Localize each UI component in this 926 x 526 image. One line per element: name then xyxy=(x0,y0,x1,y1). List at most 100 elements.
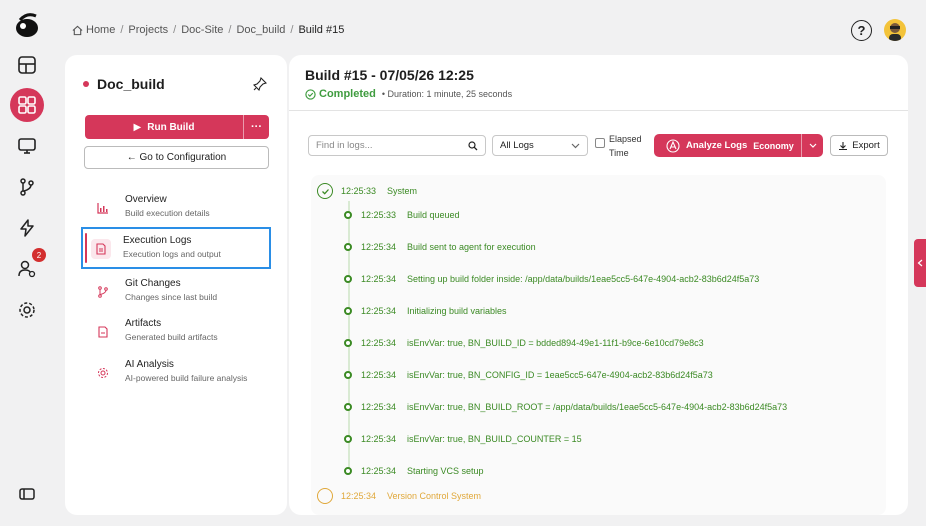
chart-icon xyxy=(93,198,113,218)
play-icon: ▶ xyxy=(133,121,142,133)
log-text: System xyxy=(387,186,418,196)
search-input[interactable]: Find in logs... xyxy=(308,135,486,156)
collapse-sidebar-button[interactable] xyxy=(10,477,44,511)
chevron-down-icon xyxy=(571,143,580,148)
log-dot xyxy=(344,371,352,379)
log-filter-select[interactable]: All Logs xyxy=(492,135,588,156)
search-icon xyxy=(468,140,478,150)
breadcrumb-home[interactable]: Home xyxy=(86,24,115,36)
duration-text: • Duration: 1 minute, 25 seconds xyxy=(381,89,513,99)
log-viewer[interactable]: 12:25:33 System 12:25:33 Build queued 12:… xyxy=(311,175,886,515)
menu-title: Git Changes xyxy=(125,278,181,289)
menu-item-overview[interactable]: Overview Build execution details xyxy=(83,187,269,227)
log-text: Setting up build folder inside: /app/dat… xyxy=(407,274,760,284)
breadcrumb-separator: / xyxy=(120,24,124,36)
project-title: Doc_build xyxy=(83,76,165,92)
expand-panel-tab[interactable] xyxy=(914,239,926,287)
analyze-label: Analyze Logs xyxy=(686,140,748,151)
ai-gear-icon xyxy=(93,363,113,383)
elapsed-time-checkbox[interactable] xyxy=(595,138,605,148)
breadcrumb-current: Build #15 xyxy=(298,24,345,36)
avatar[interactable] xyxy=(884,19,906,41)
log-time: 12:25:34 xyxy=(361,274,397,284)
lightning-icon xyxy=(20,219,34,237)
agents-nav-button[interactable] xyxy=(10,129,44,163)
analyze-options-button[interactable] xyxy=(801,134,823,157)
menu-item-execution-logs[interactable]: Execution Logs Execution logs and output xyxy=(81,227,271,269)
analyze-logs-button[interactable]: Analyze Logs Economy xyxy=(654,134,823,157)
menu-title: Overview xyxy=(125,194,167,205)
log-text: isEnvVar: true, BN_CONFIG_ID = 1eae5cc5-… xyxy=(407,370,713,380)
log-text: Initializing build variables xyxy=(407,306,507,316)
menu-subtitle: Generated build artifacts xyxy=(125,332,218,342)
menu-title: Execution Logs xyxy=(123,235,192,246)
log-dot xyxy=(344,467,352,475)
log-text: isEnvVar: true, BN_BUILD_ROOT = /app/dat… xyxy=(407,402,788,412)
file-icon xyxy=(93,322,113,342)
download-icon xyxy=(839,141,848,150)
project-name: Doc_build xyxy=(97,76,165,92)
projects-nav-button[interactable] xyxy=(10,88,44,122)
menu-item-artifacts[interactable]: Artifacts Generated build artifacts xyxy=(83,311,269,351)
log-time: 12:25:34 xyxy=(341,491,377,501)
breadcrumb-projects[interactable]: Projects xyxy=(128,24,168,36)
log-group-header[interactable]: 12:25:33 System xyxy=(317,183,417,199)
log-text: isEnvVar: true, BN_BUILD_ID = bdded894-4… xyxy=(407,338,704,348)
help-icon[interactable]: ? xyxy=(851,20,872,41)
log-entry: 12:25:33 Build queued xyxy=(344,210,460,220)
elapsed-label: Elapsed xyxy=(609,134,642,144)
dashboard-nav-button[interactable] xyxy=(10,48,44,82)
check-icon xyxy=(317,183,333,199)
chevron-left-icon xyxy=(917,259,923,267)
log-time: 12:25:33 xyxy=(361,210,397,220)
run-build-button[interactable]: ▶ Run Build ··· xyxy=(85,115,269,139)
log-entry: 12:25:34 Build sent to agent for executio… xyxy=(344,242,536,252)
log-time: 12:25:34 xyxy=(361,434,397,444)
export-button[interactable]: Export xyxy=(830,135,888,156)
monitor-icon xyxy=(18,138,36,154)
breadcrumb-separator: / xyxy=(290,24,294,36)
home-icon[interactable] xyxy=(72,25,83,36)
elapsed-time-toggle[interactable]: Elapsed Time xyxy=(595,132,642,160)
log-dot xyxy=(344,211,352,219)
log-dot xyxy=(344,339,352,347)
export-label: Export xyxy=(852,140,880,151)
pin-icon[interactable] xyxy=(253,77,267,91)
go-to-configuration-button[interactable]: ← Go to Configuration xyxy=(84,146,269,169)
log-toolbar: Find in logs... All Logs Elapsed Time Ana… xyxy=(308,132,890,160)
branch-icon xyxy=(20,178,34,196)
log-text: isEnvVar: true, BN_BUILD_COUNTER = 15 xyxy=(407,434,582,444)
status-badge: Completed xyxy=(305,88,376,100)
log-entry: 12:25:34 isEnvVar: true, BN_CONFIG_ID = 1… xyxy=(344,370,713,380)
elapsed-label: Time xyxy=(609,148,629,158)
execution-logs-panel: Build #15 - 07/05/26 12:25 Completed • D… xyxy=(289,55,908,515)
breadcrumb-project[interactable]: Doc-Site xyxy=(181,24,223,36)
vcs-nav-button[interactable] xyxy=(10,170,44,204)
build-sidebar: Doc_build ▶ Run Build ··· ← Go to Config… xyxy=(65,55,287,515)
log-time: 12:25:34 xyxy=(361,306,397,316)
log-group-header[interactable]: 12:25:34 Version Control System xyxy=(317,488,481,504)
breadcrumb-config[interactable]: Doc_build xyxy=(236,24,285,36)
analyze-tier: Economy xyxy=(753,140,794,151)
ai-icon xyxy=(666,138,680,153)
log-entry: 12:25:34 isEnvVar: true, BN_BUILD_ID = bd… xyxy=(344,338,704,348)
log-entry: 12:25:34 isEnvVar: true, BN_BUILD_COUNTER… xyxy=(344,434,582,444)
menu-title: Artifacts xyxy=(125,318,162,329)
log-text: Build sent to agent for execution xyxy=(407,242,536,252)
log-entry: 12:25:34 Initializing build variables xyxy=(344,306,507,316)
run-build-label: Run Build xyxy=(147,121,195,133)
app-logo[interactable] xyxy=(12,10,42,40)
log-entry: 12:25:34 Starting VCS setup xyxy=(344,466,484,476)
left-rail: 2 xyxy=(0,0,52,526)
log-time: 12:25:34 xyxy=(361,338,397,348)
menu-item-ai-analysis[interactable]: AI Analysis AI-powered build failure anal… xyxy=(83,352,269,392)
run-options-button[interactable]: ··· xyxy=(243,115,269,139)
git-branch-icon xyxy=(93,282,113,302)
triggers-nav-button[interactable] xyxy=(10,211,44,245)
warning-icon xyxy=(317,488,333,504)
search-placeholder: Find in logs... xyxy=(316,140,373,151)
settings-nav-button[interactable] xyxy=(10,293,44,327)
users-nav-button[interactable]: 2 xyxy=(10,248,46,286)
menu-item-git-changes[interactable]: Git Changes Changes since last build xyxy=(83,271,269,311)
menu-subtitle: Build execution details xyxy=(125,208,210,218)
